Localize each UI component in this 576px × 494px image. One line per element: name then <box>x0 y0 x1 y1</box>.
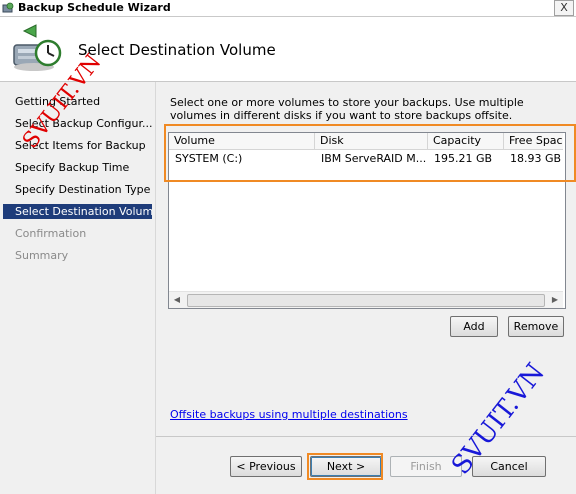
window-title: Backup Schedule Wizard <box>18 1 171 14</box>
scroll-thumb[interactable] <box>187 294 545 307</box>
cell-volume: SYSTEM (C:) <box>175 152 243 165</box>
wizard-steps-nav: Getting Started Select Backup Configur..… <box>0 82 154 494</box>
title-bar: Backup Schedule Wizard X <box>0 0 576 17</box>
step-specify-destination-type[interactable]: Specify Destination Type <box>3 182 152 197</box>
backup-schedule-icon <box>13 24 62 71</box>
offsite-backups-link[interactable]: Offsite backups using multiple destinati… <box>170 408 408 421</box>
column-header-free-space[interactable]: Free Space <box>504 133 563 149</box>
step-summary: Summary <box>15 249 69 262</box>
scroll-left-icon[interactable]: ◀ <box>169 292 185 308</box>
close-button[interactable]: X <box>554 0 574 16</box>
instructions-text: Select one or more volumes to store your… <box>170 96 524 122</box>
previous-button[interactable]: < Previous <box>230 456 302 477</box>
list-header: Volume Disk Capacity Free Space <box>169 133 563 150</box>
scroll-right-icon[interactable]: ▶ <box>547 292 563 308</box>
cancel-button[interactable]: Cancel <box>472 456 546 477</box>
wizard-window: Backup Schedule Wizard X Select Destinat… <box>0 0 576 494</box>
table-row[interactable]: SYSTEM (C:) IBM ServeRAID M... 195.21 GB… <box>169 151 563 167</box>
column-header-disk[interactable]: Disk <box>315 133 428 149</box>
column-header-volume[interactable]: Volume <box>169 133 315 149</box>
step-select-backup-configuration[interactable]: Select Backup Configur... <box>3 116 152 131</box>
next-button[interactable]: Next > <box>310 456 382 477</box>
horizontal-scrollbar[interactable]: ◀ ▶ <box>169 291 563 308</box>
remove-button[interactable]: Remove <box>508 316 564 337</box>
cell-disk: IBM ServeRAID M... <box>321 152 427 165</box>
volumes-list[interactable]: Volume Disk Capacity Free Space SYSTEM (… <box>168 132 566 309</box>
cell-free-space: 18.93 GB <box>510 152 562 165</box>
step-getting-started[interactable]: Getting Started <box>3 94 152 109</box>
step-confirmation: Confirmation <box>15 227 87 240</box>
wizard-header: Select Destination Volume <box>0 17 576 82</box>
page-title: Select Destination Volume <box>78 41 276 59</box>
step-select-destination-volume[interactable]: Select Destination Volume <box>3 204 152 219</box>
add-button[interactable]: Add <box>450 316 498 337</box>
step-specify-backup-time[interactable]: Specify Backup Time <box>3 160 152 175</box>
footer-divider <box>156 436 576 437</box>
backup-app-icon <box>2 2 14 13</box>
column-header-capacity[interactable]: Capacity <box>428 133 504 149</box>
step-select-items-for-backup[interactable]: Select Items for Backup <box>3 138 152 153</box>
cell-capacity: 195.21 GB <box>434 152 493 165</box>
wizard-content: Select one or more volumes to store your… <box>155 82 576 494</box>
finish-button: Finish <box>390 456 462 477</box>
